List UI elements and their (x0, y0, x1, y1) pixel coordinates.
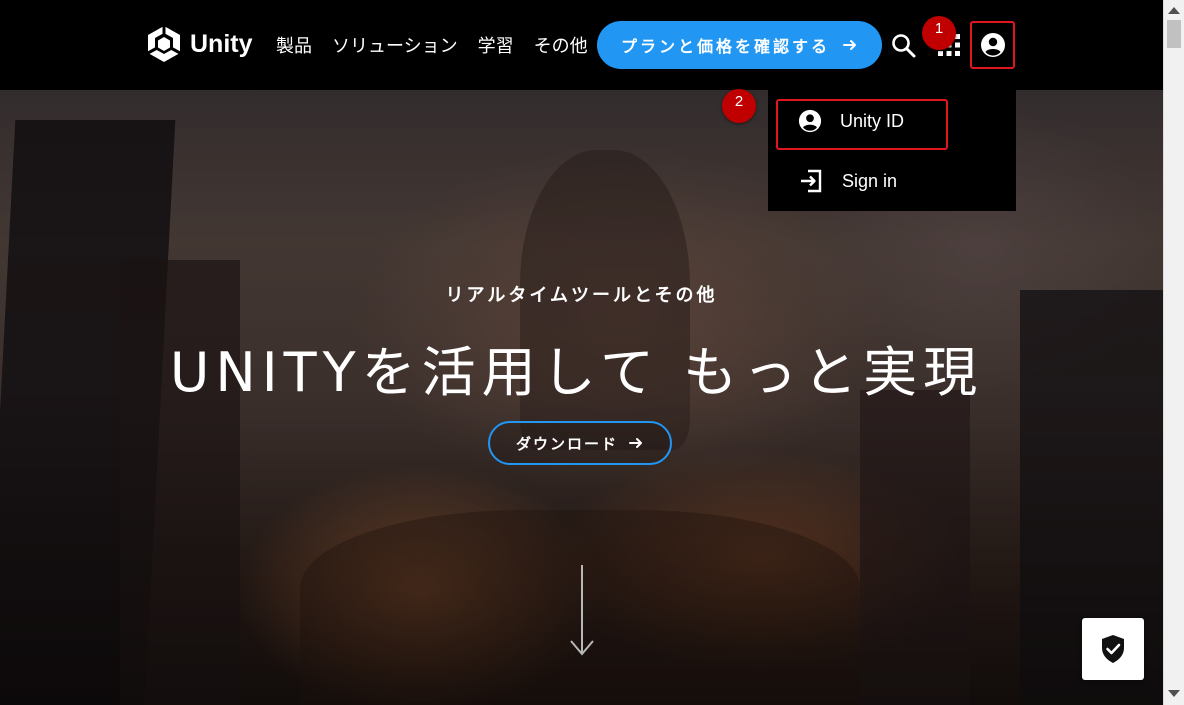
plans-pricing-label: プランと価格を確認する (620, 37, 830, 56)
nav-item-products[interactable]: 製品 (276, 32, 312, 58)
download-button-label: ダウンロード (515, 434, 618, 453)
highlight-box-unity-id (776, 99, 948, 150)
scroll-up-arrow-icon[interactable] (1168, 7, 1180, 14)
menu-item-label: Sign in (842, 170, 898, 191)
scrollbar-thumb[interactable] (1167, 20, 1181, 48)
download-button[interactable]: ダウンロード (488, 421, 672, 465)
scroll-down-arrow-icon[interactable] (568, 563, 596, 658)
scroll-down-button-icon[interactable] (1168, 690, 1180, 697)
plans-pricing-button[interactable]: プランと価格を確認する (597, 21, 882, 69)
main-nav: 製品 ソリューション 学習 その他 (276, 32, 588, 58)
unity-cube-icon (147, 26, 181, 62)
step-badge: 1 (922, 16, 956, 50)
hero-headline: UNITYを活用して もっと実現 (169, 341, 984, 404)
arrow-right-icon (843, 40, 856, 50)
step-badge: 2 (722, 89, 756, 123)
menu-item-sign-in[interactable]: Sign in (798, 163, 897, 199)
account-button[interactable] (970, 21, 1015, 69)
account-icon (980, 33, 1005, 57)
unity-logo[interactable]: Unity (146, 25, 253, 63)
hero-eyebrow: リアルタイムツールとその他 (445, 285, 718, 306)
arrow-right-icon (629, 438, 642, 448)
privacy-shield-button[interactable] (1082, 618, 1144, 680)
vertical-scrollbar[interactable] (1163, 0, 1184, 705)
logo-text: Unity (190, 29, 253, 58)
sign-in-icon (801, 169, 822, 193)
search-icon[interactable] (891, 33, 917, 59)
nav-item-more[interactable]: その他 (534, 32, 588, 58)
nav-item-solutions[interactable]: ソリューション (332, 32, 458, 58)
top-nav-bar: Unity 製品 ソリューション 学習 その他 プランと価格を確認する (0, 0, 1163, 90)
nav-item-learning[interactable]: 学習 (478, 32, 514, 58)
shield-check-icon (1102, 635, 1124, 663)
